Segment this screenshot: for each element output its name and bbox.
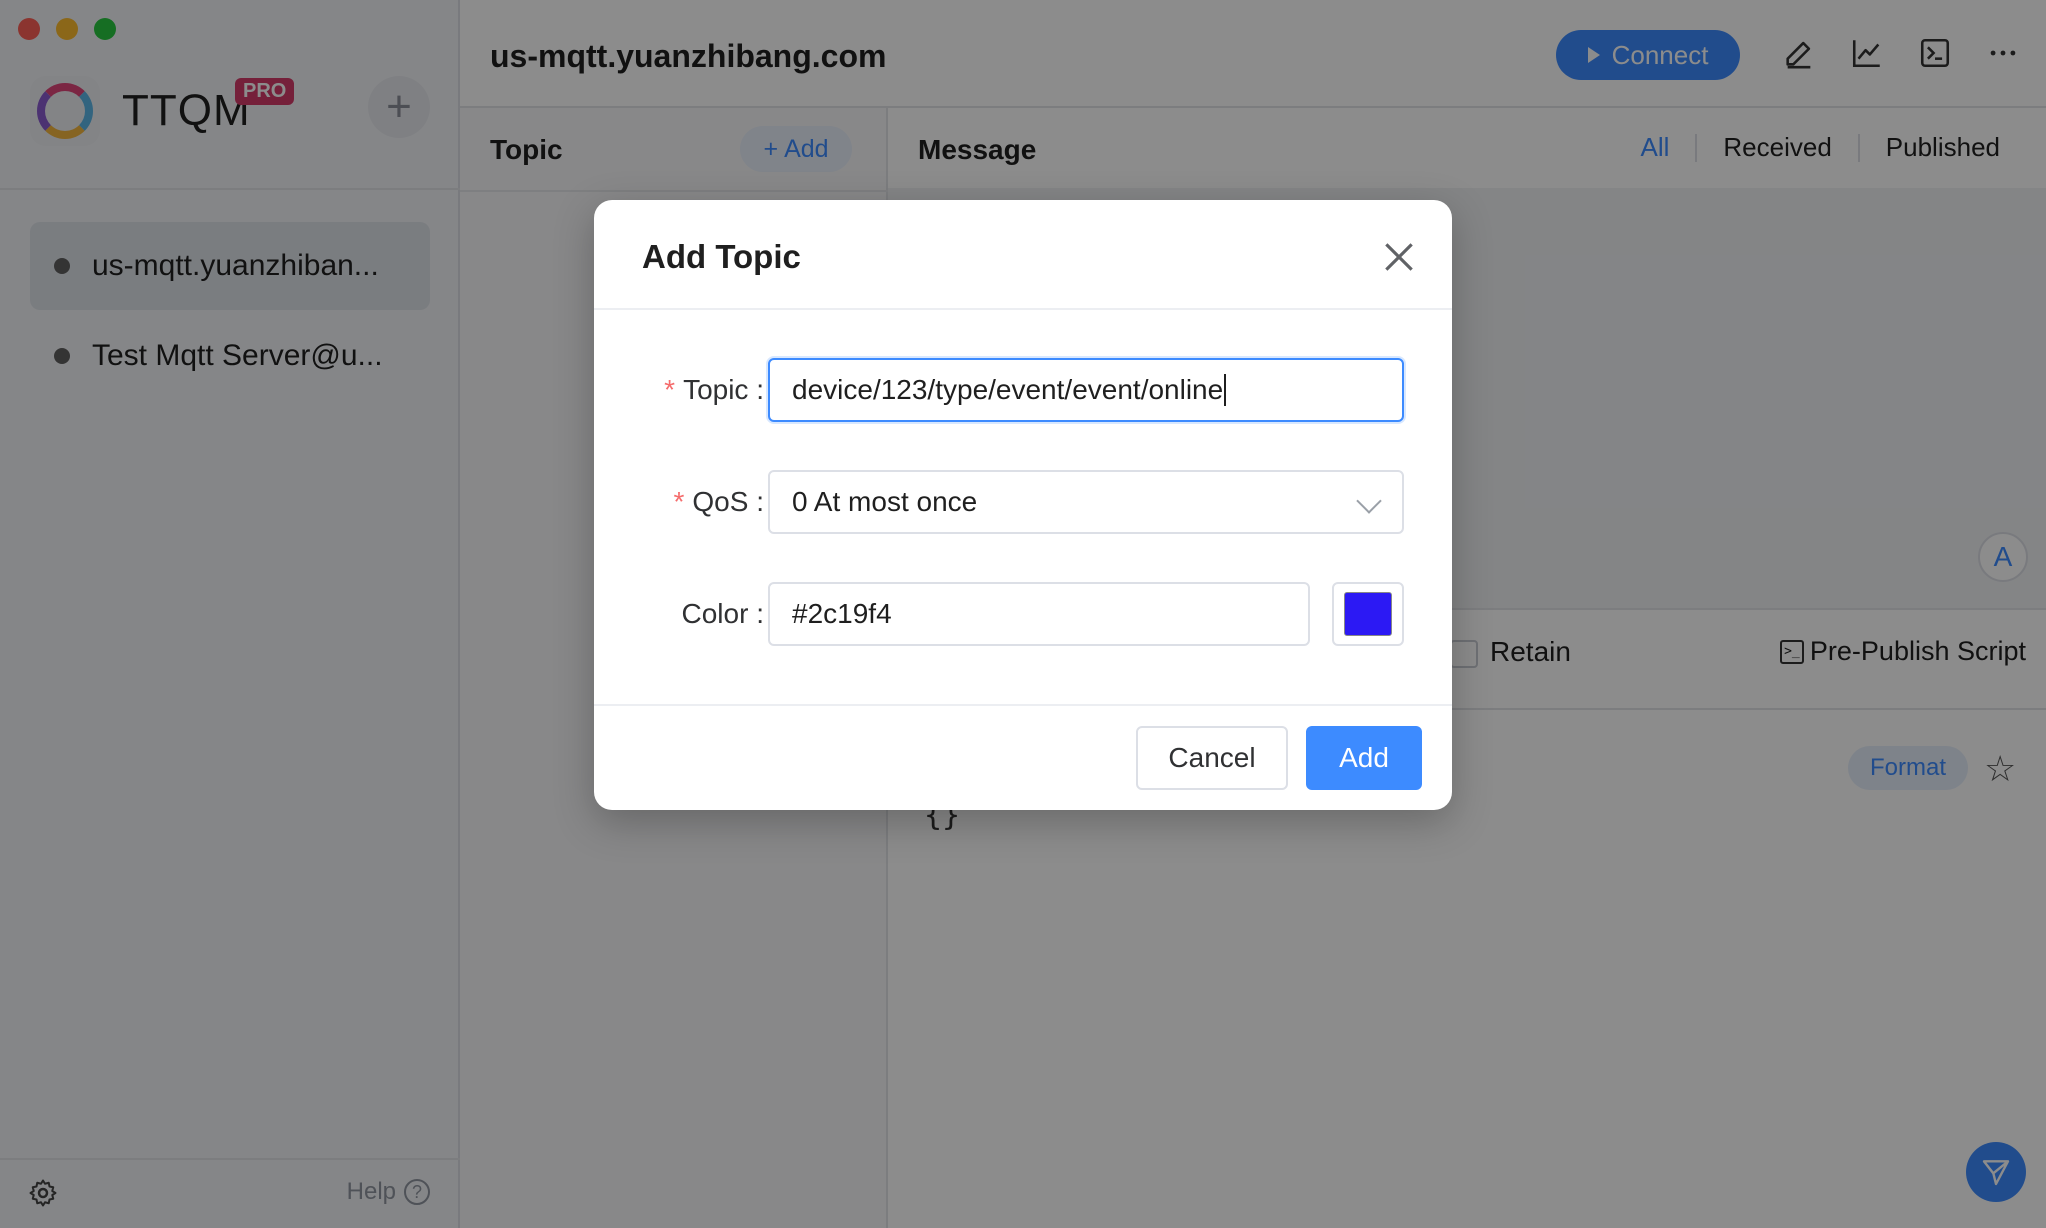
color-label: Color : — [681, 598, 764, 629]
dialog-footer-divider — [594, 704, 1452, 706]
dialog-title: Add Topic — [642, 238, 801, 275]
color-swatch — [1344, 592, 1392, 636]
qos-selected-value: 0 At most once — [792, 486, 978, 517]
topic-row: * Topic : device/123/type/event/event/onl… — [594, 358, 1452, 422]
add-button[interactable]: Add — [1306, 726, 1422, 790]
color-input[interactable]: #2c19f4 — [768, 582, 1310, 646]
color-row: Color : #2c19f4 — [594, 582, 1452, 646]
dialog-header-divider — [594, 308, 1452, 310]
topic-input-value: device/123/type/event/event/online — [792, 374, 1224, 405]
qos-row: * QoS : 0 At most once — [594, 470, 1452, 534]
cancel-button[interactable]: Cancel — [1136, 726, 1288, 790]
add-topic-dialog: Add Topic * Topic : device/123/type/event… — [594, 200, 1452, 810]
topic-label: * Topic : — [664, 374, 764, 405]
close-icon[interactable] — [1380, 238, 1418, 276]
topic-input[interactable]: device/123/type/event/event/online — [768, 358, 1404, 422]
color-picker[interactable] — [1332, 582, 1404, 646]
qos-select[interactable]: 0 At most once — [768, 470, 1404, 534]
required-mark: * — [664, 374, 676, 405]
required-mark: * — [673, 486, 685, 517]
text-caret — [1224, 374, 1227, 406]
qos-label: * QoS : — [673, 486, 765, 517]
color-input-value: #2c19f4 — [792, 598, 892, 629]
chevron-down-icon — [1356, 488, 1382, 514]
